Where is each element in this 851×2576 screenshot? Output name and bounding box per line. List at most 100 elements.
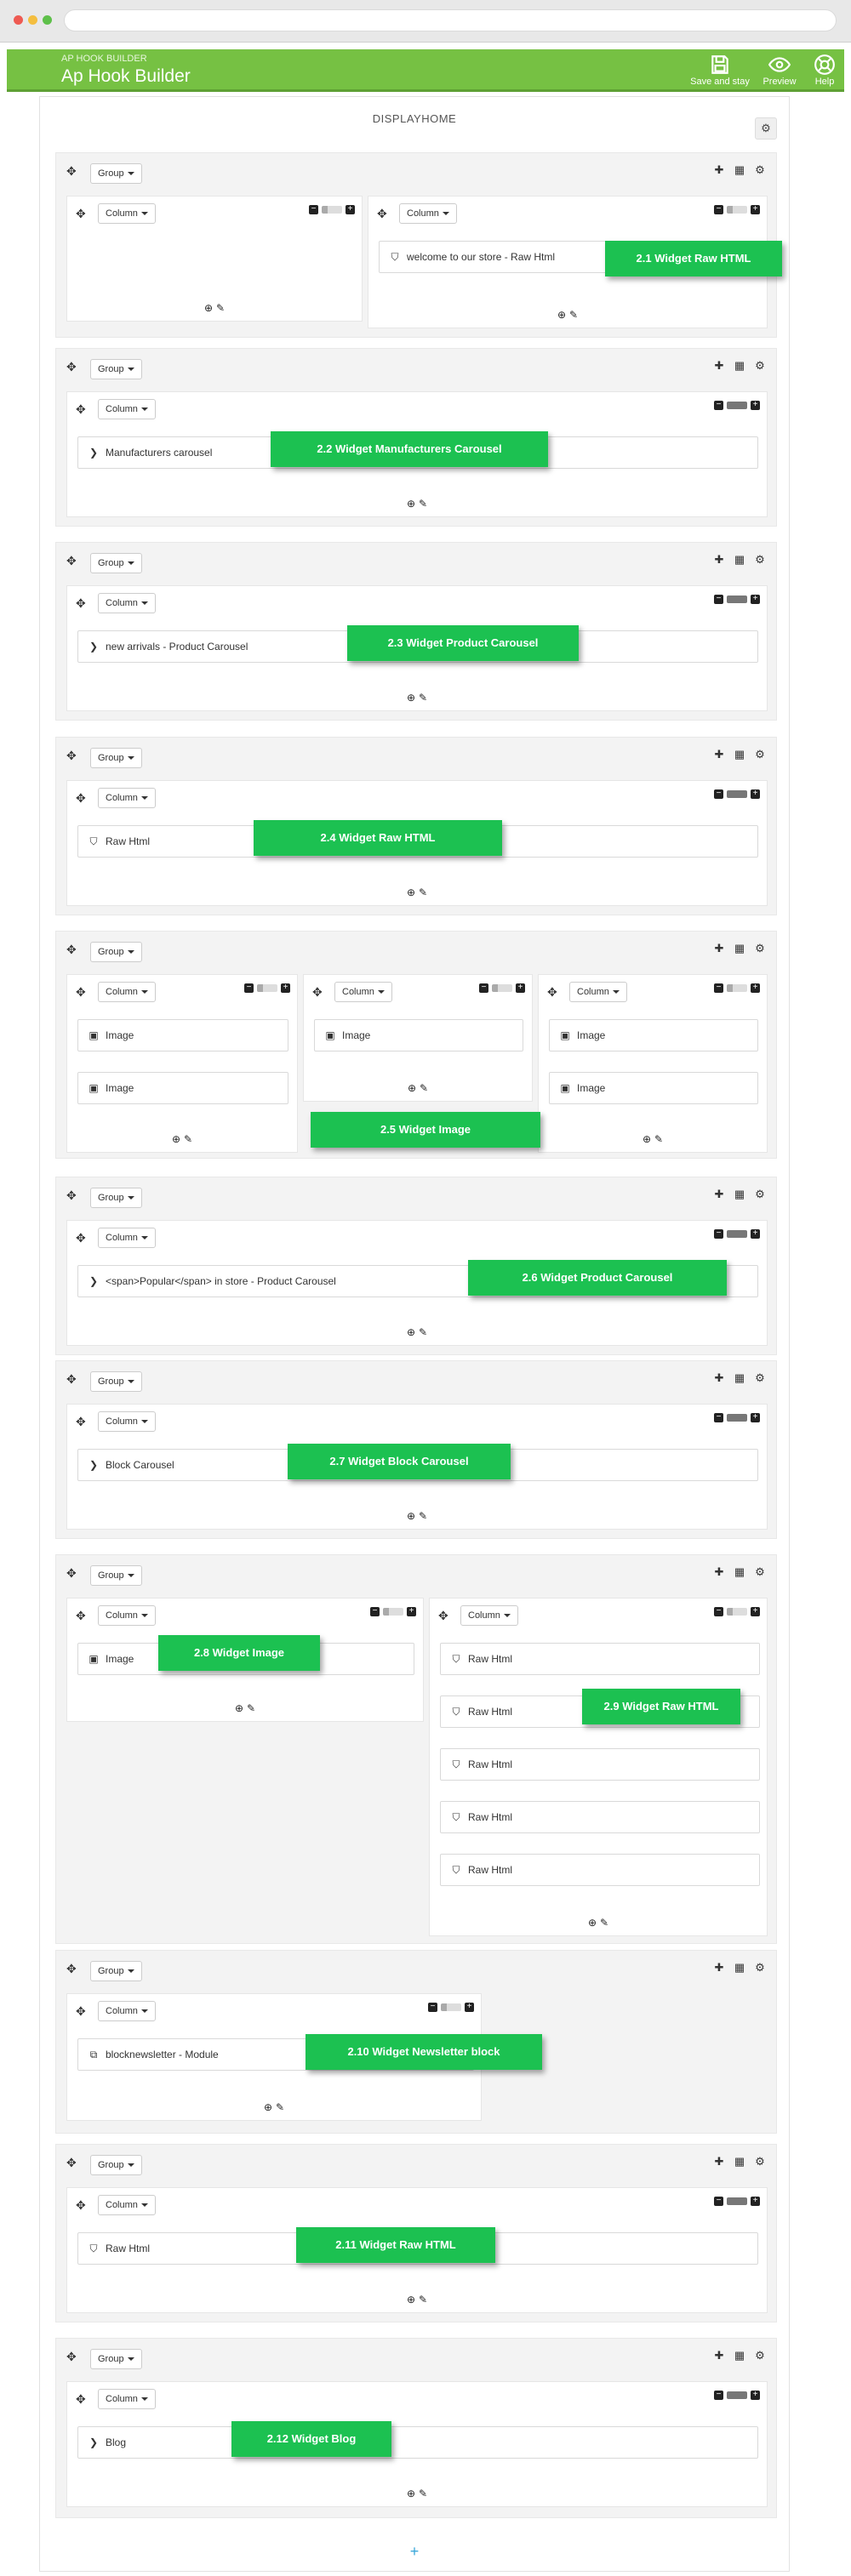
move-icon[interactable]: ✥ [377,207,387,221]
width-bar-icon[interactable] [257,984,277,992]
plus-icon[interactable]: + [751,1607,760,1616]
group-dropdown[interactable]: Group [90,942,142,962]
move-icon[interactable]: ✥ [76,596,86,611]
minus-icon[interactable]: − [714,401,723,410]
pencil-icon[interactable]: ✎ [419,692,427,704]
move-icon[interactable]: ✥ [66,943,77,957]
plus-icon[interactable]: + [751,983,760,993]
gear-icon[interactable]: ⚙ [754,749,766,761]
widget-raw-html[interactable]: ⛉ Raw Html [440,1801,760,1833]
grid-icon[interactable]: ▦ [734,2350,745,2362]
group-dropdown[interactable]: Group [90,553,142,573]
grid-icon[interactable]: ▦ [734,2156,745,2168]
widget-raw-html[interactable]: ⛉ Raw Html [440,1643,760,1675]
minus-icon[interactable]: − [714,2391,723,2400]
grid-icon[interactable]: ▦ [734,749,745,761]
plus-circle-icon[interactable]: ⊕ [407,692,415,704]
width-bar-icon[interactable] [727,2391,747,2399]
move-icon[interactable]: ✥ [66,2350,77,2364]
column-dropdown[interactable]: Column [98,982,156,1002]
width-bar-icon[interactable] [727,790,747,798]
move-icon[interactable]: ✥ [76,985,86,1000]
move-icon[interactable]: ✥ [76,1415,86,1429]
plus-icon[interactable]: ✚ [713,1188,725,1200]
plus-icon[interactable]: ✚ [713,749,725,761]
group-dropdown[interactable]: Group [90,163,142,184]
plus-circle-icon[interactable]: ⊕ [204,302,213,314]
column-dropdown[interactable]: Column [98,2001,156,2021]
move-icon[interactable]: ✥ [76,2198,86,2213]
minus-icon[interactable]: − [714,2197,723,2206]
column-dropdown[interactable]: Column [98,2389,156,2409]
pencil-icon[interactable]: ✎ [419,2488,427,2499]
move-icon[interactable]: ✥ [66,164,77,179]
minus-icon[interactable]: − [714,205,723,214]
column-dropdown[interactable]: Column [334,982,392,1002]
minimize-window-dot[interactable] [28,15,37,25]
gear-icon[interactable]: ⚙ [754,1962,766,1974]
plus-icon[interactable]: + [281,983,290,993]
move-icon[interactable]: ✥ [312,985,323,1000]
move-icon[interactable]: ✥ [547,985,557,1000]
gear-icon[interactable]: ⚙ [754,2350,766,2362]
address-bar[interactable] [64,9,837,31]
add-group-button[interactable]: + [40,2543,789,2561]
gear-icon[interactable]: ⚙ [754,164,766,176]
widget-raw-html[interactable]: ⛉ Raw Html [440,1854,760,1886]
move-icon[interactable]: ✥ [438,1609,448,1623]
plus-icon[interactable]: + [465,2003,474,2012]
plus-icon[interactable]: + [751,1413,760,1422]
minus-icon[interactable]: − [714,789,723,799]
plus-icon[interactable]: ✚ [713,1566,725,1578]
grid-icon[interactable]: ▦ [734,360,745,372]
grid-icon[interactable]: ▦ [734,1372,745,1384]
gear-icon[interactable]: ⚙ [754,360,766,372]
move-icon[interactable]: ✥ [66,749,77,763]
widget-image[interactable]: ▣ Image [314,1019,523,1051]
width-bar-icon[interactable] [727,206,747,214]
move-icon[interactable]: ✥ [66,2156,77,2170]
move-icon[interactable]: ✥ [66,1372,77,1387]
gear-icon[interactable]: ⚙ [754,1372,766,1384]
minus-icon[interactable]: − [714,1229,723,1239]
move-icon[interactable]: ✥ [66,360,77,374]
move-icon[interactable]: ✥ [76,2392,86,2407]
plus-icon[interactable]: + [346,205,355,214]
minus-icon[interactable]: − [479,983,488,993]
group-dropdown[interactable]: Group [90,2349,142,2369]
plus-circle-icon[interactable]: ⊕ [407,2294,415,2305]
move-icon[interactable]: ✥ [66,1188,77,1203]
move-icon[interactable]: ✥ [76,1609,86,1623]
plus-icon[interactable]: ✚ [713,360,725,372]
pencil-icon[interactable]: ✎ [569,309,578,321]
pencil-icon[interactable]: ✎ [419,498,427,510]
minus-icon[interactable]: − [370,1607,380,1616]
grid-icon[interactable]: ▦ [734,554,745,566]
minus-icon[interactable]: − [428,2003,437,2012]
gear-icon[interactable]: ⚙ [754,554,766,566]
width-bar-icon[interactable] [727,984,747,992]
grid-icon[interactable]: ▦ [734,1962,745,1974]
plus-icon[interactable]: ✚ [713,2156,725,2168]
plus-circle-icon[interactable]: ⊕ [588,1917,597,1929]
plus-icon[interactable]: + [751,1229,760,1239]
width-bar-icon[interactable] [727,596,747,603]
pencil-icon[interactable]: ✎ [419,1510,427,1522]
help-button[interactable]: Help [805,51,844,92]
plus-circle-icon[interactable]: ⊕ [407,498,415,510]
column-dropdown[interactable]: Column [98,1411,156,1432]
column-dropdown[interactable]: Column [98,593,156,613]
width-bar-icon[interactable] [727,1414,747,1422]
plus-circle-icon[interactable]: ⊕ [407,1510,415,1522]
plus-icon[interactable]: + [751,595,760,604]
plus-icon[interactable]: ✚ [713,1962,725,1974]
move-icon[interactable]: ✥ [76,402,86,417]
pencil-icon[interactable]: ✎ [247,1702,255,1714]
plus-icon[interactable]: ✚ [713,943,725,955]
width-bar-icon[interactable] [441,2003,461,2011]
column-dropdown[interactable]: Column [460,1605,518,1626]
plus-circle-icon[interactable]: ⊕ [264,2101,272,2113]
gear-icon[interactable]: ⚙ [754,1188,766,1200]
move-icon[interactable]: ✥ [76,1231,86,1245]
plus-icon[interactable]: + [751,2391,760,2400]
